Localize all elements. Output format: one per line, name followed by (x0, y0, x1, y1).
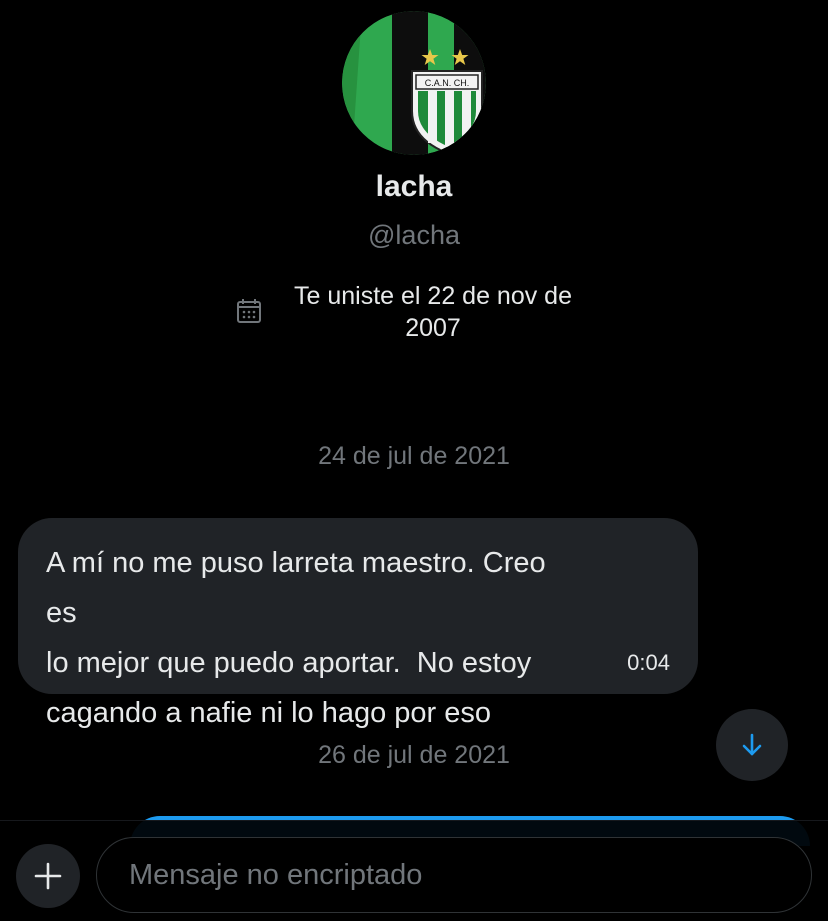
profile-handle: @lacha (368, 220, 460, 250)
avatar-badge-text: C.A.N. CH. (425, 78, 470, 88)
date-separator: 24 de jul de 2021 (318, 442, 510, 470)
calendar-icon (237, 299, 261, 323)
dm-conversation-screen: C.A.N. CH. lacha @lacha Te uniste el 22 … (0, 0, 828, 921)
profile-avatar[interactable]: C.A.N. CH. (342, 11, 486, 155)
message-text: A mí no me puso larreta maestro. Creo es… (46, 547, 546, 729)
joined-date-text: Te uniste el 22 de nov de 2007 (294, 282, 572, 342)
club-crest-avatar-icon: C.A.N. CH. (342, 11, 486, 155)
profile-display-name[interactable]: lacha (0, 170, 828, 204)
message-bubble-received[interactable]: A mí no me puso larreta maestro. Creo es… (18, 518, 698, 729)
add-attachment-button[interactable] (16, 844, 80, 908)
joined-date-row: Te uniste el 22 de nov de 2007 (236, 280, 596, 346)
date-separator: 26 de jul de 2021 (318, 741, 510, 769)
plus-icon (34, 862, 62, 890)
message-time: 0:04 (627, 650, 670, 675)
message-input[interactable] (96, 837, 812, 913)
